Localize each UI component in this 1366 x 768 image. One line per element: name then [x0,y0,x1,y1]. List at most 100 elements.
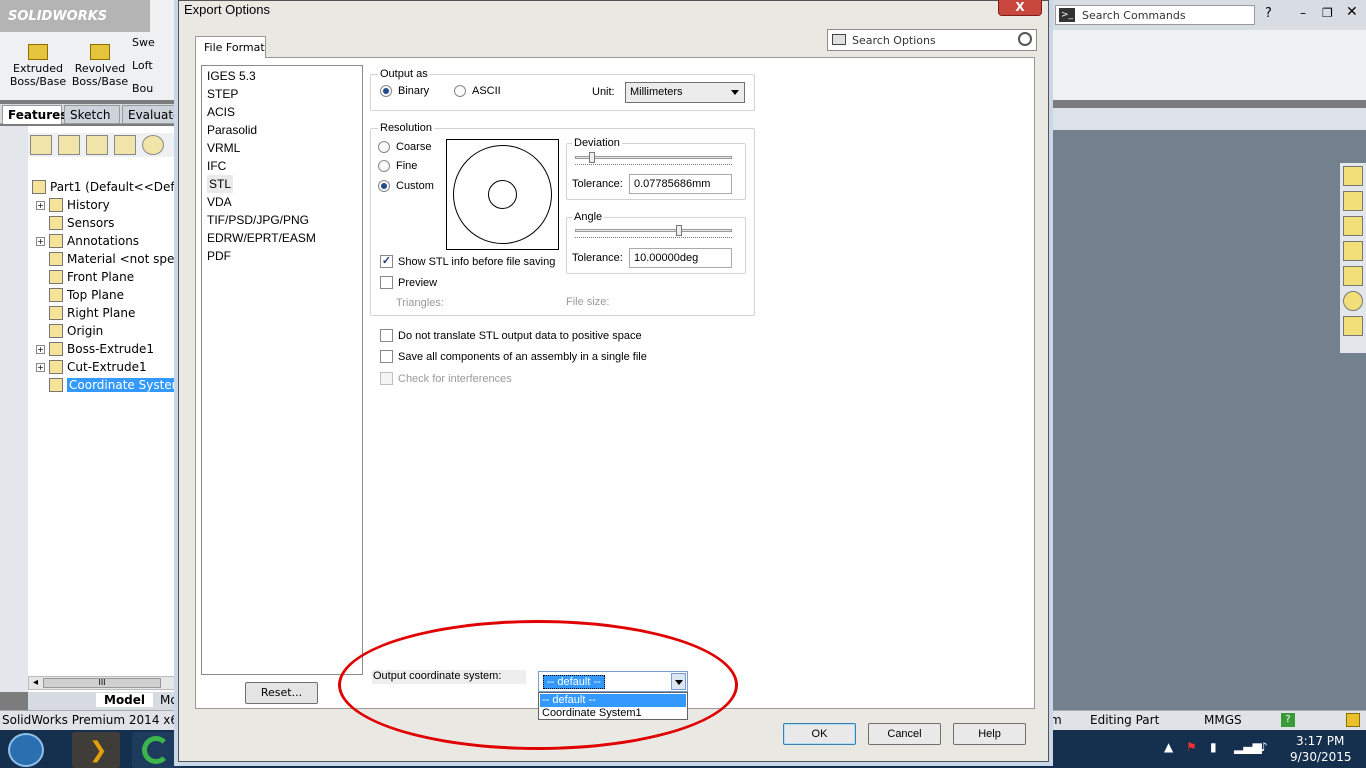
coord-option-default[interactable]: -- default -- [540,694,686,707]
action-center-icon[interactable]: ⚑ [1186,740,1197,754]
expand-icon[interactable]: + [36,344,45,354]
tree-item[interactable]: +Origin [36,322,103,340]
view-palette-icon[interactable] [1343,266,1363,286]
boundary-button[interactable]: Bou [132,82,153,95]
scroll-thumb[interactable]: III [43,678,161,688]
format-item[interactable]: Parasolid [207,121,257,139]
design-library-icon[interactable] [1343,216,1363,236]
tree-item[interactable]: +Sensors [36,214,114,232]
deviation-slider[interactable] [575,152,732,166]
format-item[interactable]: IGES 5.3 [207,67,256,85]
output-coordinate-system-select[interactable]: -- default -- [538,671,688,692]
tab-sketch[interactable]: Sketch [64,105,120,124]
configuration-manager-icon[interactable] [86,135,108,155]
revolved-boss-button[interactable]: Revolved Boss/Base [70,44,130,88]
expand-icon[interactable]: + [36,236,45,246]
tab-file-format[interactable]: File Format [195,36,266,58]
file-format-list[interactable]: IGES 5.3 STEP ACIS Parasolid VRML IFC STL VDA TI… [201,65,363,675]
home-icon[interactable] [1343,191,1363,211]
graphics-area[interactable] [1050,108,1366,710]
deviation-slider-thumb[interactable] [589,152,595,163]
tab-evaluate[interactable]: Evaluate [122,105,180,124]
help-button[interactable]: Help [953,723,1026,745]
no-translate-box[interactable] [380,329,393,342]
appearances-icon[interactable] [1343,291,1363,311]
save-all-components-box[interactable] [380,350,393,363]
ok-button[interactable]: OK [783,723,856,745]
preview-checkbox[interactable]: Preview [380,276,437,289]
status-units[interactable]: MMGS [1204,713,1242,727]
tree-item[interactable]: +Material <not specifi [36,250,192,268]
show-hidden-icons-icon[interactable]: ▲ [1164,740,1173,754]
tab-motion-study[interactable]: Mo [160,693,178,707]
reset-button[interactable]: Reset... [245,682,318,704]
binary-radio-circle[interactable] [380,85,392,97]
cancel-button[interactable]: Cancel [868,723,941,745]
search-commands-input[interactable]: >_ Search Commands [1055,5,1255,25]
tree-root-part[interactable]: Part1 (Default<<Defaul [32,178,193,196]
network-icon[interactable]: ▂▄▆ [1234,740,1262,754]
angle-tolerance-input[interactable]: 10.00000deg [629,248,732,268]
plex-taskbar-icon[interactable]: ❯ [72,732,120,768]
coarse-radio[interactable]: Coarse [378,141,431,153]
horizontal-scrollbar[interactable]: ◂ III [28,676,178,690]
format-item[interactable]: STL [207,175,234,193]
minimize-icon[interactable]: – [1300,6,1306,20]
chevron-down-icon[interactable] [671,673,686,690]
show-stl-info-box[interactable]: ✓ [380,255,393,268]
tree-item[interactable]: +Right Plane [36,304,135,322]
scroll-left-icon[interactable]: ◂ [33,677,38,688]
file-explorer-icon[interactable] [1343,241,1363,261]
close-app-icon[interactable]: ✕ [1346,4,1358,20]
start-button[interactable] [8,733,44,767]
angle-slider-thumb[interactable] [676,225,682,236]
rebuild-icon[interactable] [1346,713,1360,727]
format-item[interactable]: EDRW/EPRT/EASM [207,229,316,247]
tab-model[interactable]: Model [96,693,154,707]
deviation-tolerance-input[interactable]: 0.07785686mm [629,174,732,194]
unit-select[interactable]: Millimeters [625,82,745,103]
tree-item[interactable]: + Cut-Extrude1 [36,358,147,376]
restore-icon[interactable]: ❐ [1322,6,1333,20]
expand-icon[interactable]: + [36,200,45,210]
tree-item[interactable]: +Top Plane [36,286,124,304]
tree-item[interactable]: + History [36,196,110,214]
clock-time[interactable]: 3:17 PM [1296,734,1344,748]
display-manager-icon[interactable] [142,135,164,155]
no-translate-checkbox[interactable]: Do not translate STL output data to posi… [380,329,642,342]
coarse-radio-circle[interactable] [378,141,390,153]
fine-radio-circle[interactable] [378,160,390,172]
format-item[interactable]: PDF [207,247,231,265]
search-options-input[interactable]: Search Options [827,29,1037,51]
volume-icon[interactable]: ♪ [1260,740,1268,754]
format-item[interactable]: TIF/PSD/JPG/PNG [207,211,309,229]
save-all-components-checkbox[interactable]: Save all components of an assembly in a … [380,350,647,363]
format-item[interactable]: STEP [207,85,238,103]
expand-icon[interactable]: + [36,362,45,372]
lofted-button[interactable]: Loft [132,59,153,72]
solidworks-resources-icon[interactable] [1343,166,1363,186]
tree-item[interactable]: +Front Plane [36,268,134,286]
ascii-radio-circle[interactable] [454,85,466,97]
format-item[interactable]: ACIS [207,103,235,121]
feature-tree-icon[interactable] [30,135,52,155]
ascii-radio[interactable]: ASCII [454,85,501,97]
fine-radio[interactable]: Fine [378,160,417,172]
dimxpert-icon[interactable] [114,135,136,155]
extruded-boss-button[interactable]: Extruded Boss/Base [8,44,68,88]
search-icon[interactable] [1018,32,1032,46]
property-manager-icon[interactable] [58,135,80,155]
format-item[interactable]: VRML [207,139,240,157]
tree-item[interactable]: +Coordinate System1 [36,376,193,394]
preview-box[interactable] [380,276,393,289]
tree-item[interactable]: + Boss-Extrude1 [36,340,154,358]
battery-icon[interactable]: ▮ [1210,740,1217,754]
custom-radio[interactable]: Custom [378,180,434,192]
binary-radio[interactable]: Binary [380,85,429,97]
coord-option-coordinate-system1[interactable]: Coordinate System1 [540,707,686,720]
app-taskbar-icon[interactable] [132,732,180,768]
custom-properties-icon[interactable] [1343,316,1363,336]
clock-date[interactable]: 9/30/2015 [1290,750,1352,764]
format-item[interactable]: IFC [207,157,226,175]
swept-button[interactable]: Swe [132,36,155,49]
